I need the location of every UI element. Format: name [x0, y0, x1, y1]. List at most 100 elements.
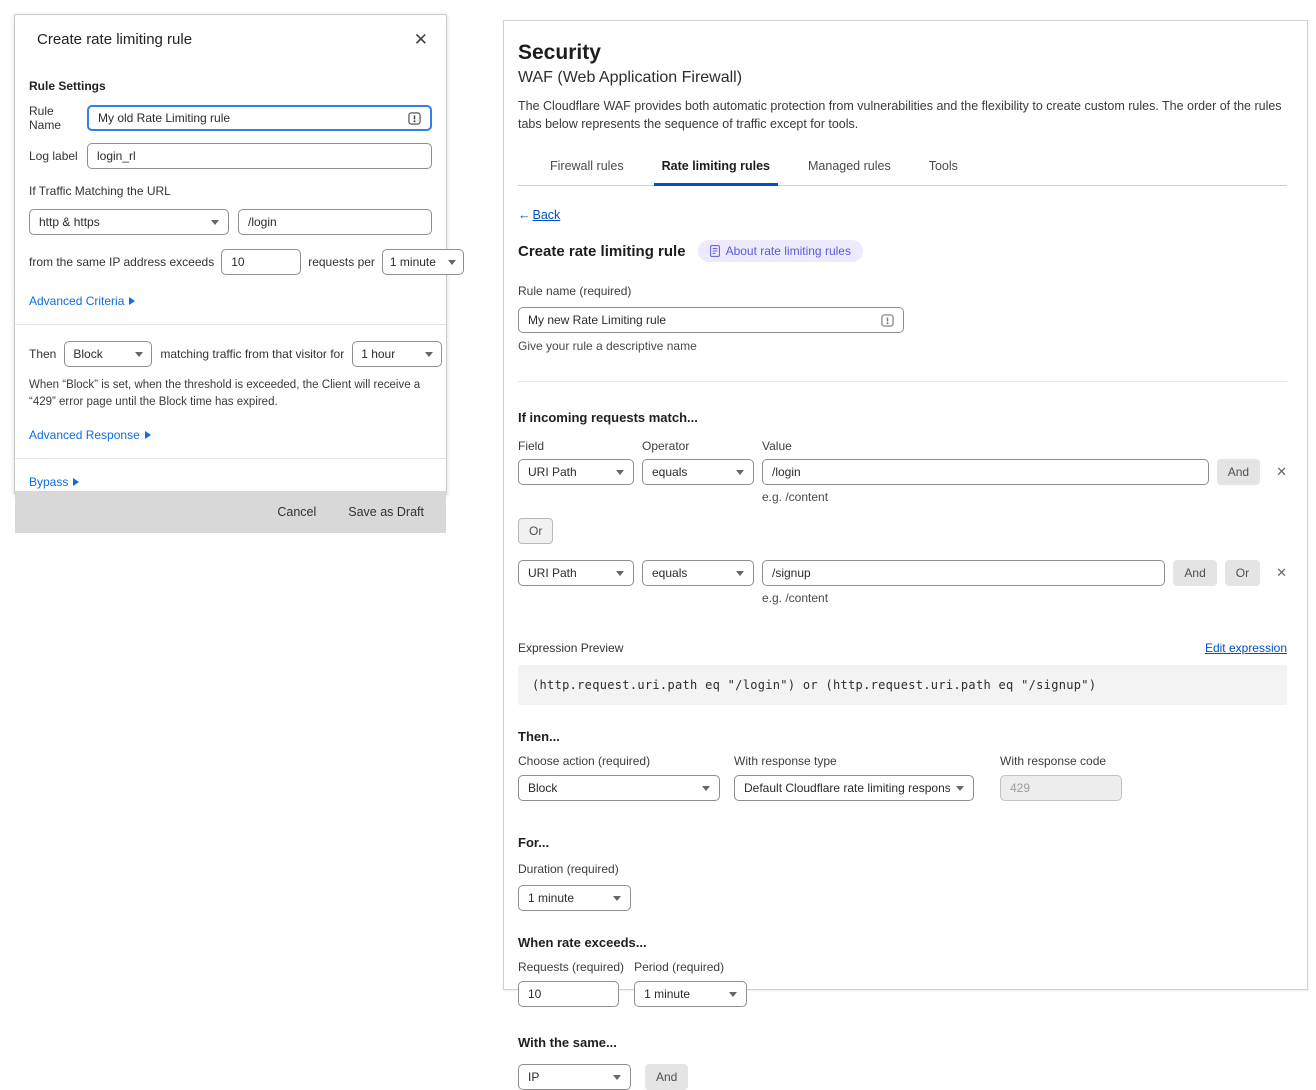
triangle-right-icon	[145, 431, 151, 439]
about-rate-limiting-badge[interactable]: About rate limiting rules	[698, 240, 863, 262]
edit-expression-link[interactable]: Edit expression	[1205, 641, 1287, 655]
expression-preview-label: Expression Preview	[518, 641, 623, 655]
response-type-select[interactable]: Default Cloudflare rate limiting respons…	[734, 775, 974, 801]
waf-tabs: Firewall rules Rate limiting rules Manag…	[518, 155, 1287, 186]
save-as-draft-button[interactable]: Save as Draft	[348, 505, 424, 519]
condition-column-headers: Field Operator Value	[518, 439, 1287, 453]
response-code-input: 429	[1000, 775, 1122, 801]
action-select[interactable]: Block	[64, 341, 152, 367]
remove-condition-icon[interactable]: ✕	[1276, 565, 1287, 581]
close-icon[interactable]: ✕	[414, 31, 428, 48]
back-arrow-icon: ←	[518, 208, 531, 222]
document-icon	[710, 245, 720, 257]
rule-name-label: Rule name (required)	[518, 284, 631, 298]
operator-select[interactable]: equals	[642, 560, 754, 586]
dialog-header: Create rate limiting rule ✕	[15, 15, 446, 63]
log-label-label: Log label	[29, 149, 87, 163]
form-title: Create rate limiting rule	[518, 243, 686, 260]
divider	[15, 458, 446, 459]
field-select[interactable]: URI Path	[518, 560, 634, 586]
then-row: Then Block matching traffic from that vi…	[29, 341, 432, 367]
divider	[15, 324, 446, 325]
chevron-down-icon	[448, 260, 456, 265]
page-subtitle: WAF (Web Application Firewall)	[518, 69, 1287, 87]
rule-name-label: Rule Name	[29, 104, 87, 132]
chevron-down-icon	[616, 571, 624, 576]
rule-name-help: Give your rule a descriptive name	[518, 339, 1287, 353]
requests-column: Requests (required) 10	[518, 960, 624, 1007]
condition-row: URI Path equals /signup And Or ✕	[518, 560, 1287, 586]
triangle-right-icon	[73, 478, 79, 486]
bypass-link[interactable]: Bypass	[29, 475, 79, 489]
chevron-down-icon	[613, 896, 621, 901]
then-suffix-text: matching traffic from that visitor for	[160, 347, 344, 361]
log-label-row: Log label login_rl	[29, 143, 432, 169]
chevron-down-icon	[702, 786, 710, 791]
rule-name-input[interactable]: My new Rate Limiting rule	[518, 307, 904, 333]
chevron-down-icon	[729, 992, 737, 997]
tab-rate-limiting-rules[interactable]: Rate limiting rules	[654, 155, 778, 185]
characteristic-select[interactable]: IP	[518, 1064, 631, 1090]
log-label-input[interactable]: login_rl	[87, 143, 432, 169]
tab-firewall-rules[interactable]: Firewall rules	[542, 155, 632, 185]
chevron-down-icon	[135, 352, 143, 357]
create-rate-limit-dialog: Create rate limiting rule ✕ Rule Setting…	[14, 14, 447, 495]
field-select[interactable]: URI Path	[518, 459, 634, 485]
value-input[interactable]: /login	[762, 459, 1209, 485]
dialog-body: Rule Settings Rule Name My old Rate Limi…	[15, 63, 446, 491]
url-input[interactable]: /login	[238, 209, 432, 235]
back-link[interactable]: ←Back	[518, 208, 560, 222]
rule-name-row: Rule Name My old Rate Limiting rule	[29, 104, 432, 132]
duration-select[interactable]: 1 minute	[518, 885, 631, 911]
field-column-label: Field	[518, 439, 634, 453]
or-button[interactable]: Or	[1225, 560, 1260, 586]
cancel-button[interactable]: Cancel	[277, 505, 316, 519]
requests-input[interactable]: 10	[518, 981, 619, 1007]
triangle-right-icon	[129, 297, 135, 305]
page-description: The Cloudflare WAF provides both automat…	[518, 97, 1287, 133]
action-column: Choose action (required) Block	[518, 754, 720, 801]
and-button[interactable]: And	[1173, 560, 1216, 586]
value-hint: e.g. /content	[762, 591, 1287, 605]
chevron-down-icon	[956, 786, 964, 791]
and-button[interactable]: And	[645, 1064, 688, 1090]
security-waf-panel: Security WAF (Web Application Firewall) …	[503, 20, 1308, 990]
traffic-matching-heading: If Traffic Matching the URL	[29, 184, 432, 198]
period-select[interactable]: 1 minute	[382, 249, 464, 275]
threshold-row: from the same IP address exceeds 10 requ…	[29, 249, 432, 275]
advanced-response-link[interactable]: Advanced Response	[29, 428, 151, 442]
scheme-select[interactable]: http & https	[29, 209, 229, 235]
rate-heading: When rate exceeds...	[518, 935, 1287, 950]
requests-label: Requests (required)	[518, 960, 624, 974]
advanced-criteria-link[interactable]: Advanced Criteria	[29, 294, 135, 308]
operator-select[interactable]: equals	[642, 459, 754, 485]
action-select[interactable]: Block	[518, 775, 720, 801]
threshold-input[interactable]: 10	[221, 249, 301, 275]
or-connector-button[interactable]: Or	[518, 518, 553, 544]
block-duration-select[interactable]: 1 hour	[352, 341, 442, 367]
chevron-down-icon	[211, 220, 219, 225]
tab-managed-rules[interactable]: Managed rules	[800, 155, 899, 185]
and-button[interactable]: And	[1217, 459, 1260, 485]
period-select[interactable]: 1 minute	[634, 981, 747, 1007]
then-label: Then	[29, 347, 56, 361]
password-manager-icon[interactable]	[881, 314, 894, 327]
match-heading: If incoming requests match...	[518, 410, 1287, 425]
value-column-label: Value	[762, 439, 792, 453]
condition-row: URI Path equals /login And ✕	[518, 459, 1287, 485]
response-code-column: With response code 429	[1000, 754, 1122, 801]
password-manager-icon[interactable]	[408, 112, 421, 125]
value-hint: e.g. /content	[762, 490, 1287, 504]
for-heading: For...	[518, 835, 1287, 850]
chevron-down-icon	[613, 1075, 621, 1080]
rule-name-input[interactable]: My old Rate Limiting rule	[87, 105, 432, 131]
remove-condition-icon[interactable]: ✕	[1276, 464, 1287, 480]
value-input[interactable]: /signup	[762, 560, 1165, 586]
period-label: Period (required)	[634, 960, 747, 974]
page-title: Security	[518, 41, 1287, 65]
tab-tools[interactable]: Tools	[921, 155, 966, 185]
block-note-text: When “Block” is set, when the threshold …	[29, 377, 432, 412]
response-code-label: With response code	[1000, 754, 1122, 768]
url-match-row: http & https /login	[29, 209, 432, 235]
duration-label: Duration (required)	[518, 862, 619, 876]
